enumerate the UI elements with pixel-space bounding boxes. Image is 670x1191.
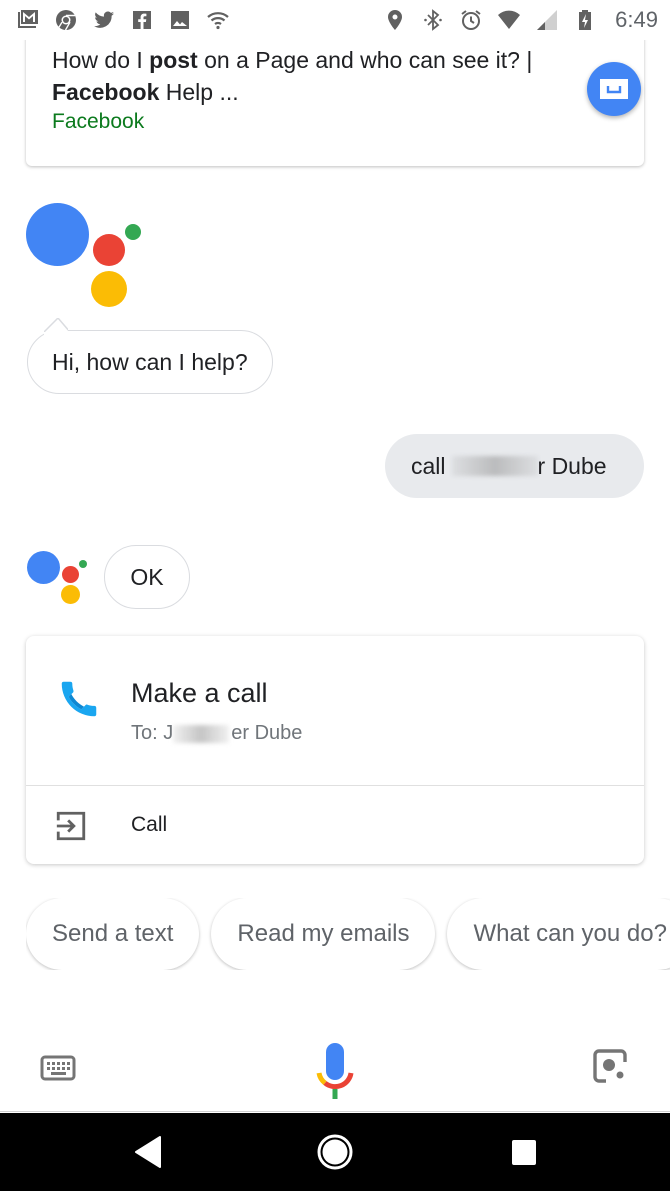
recipient-text: er Dube (231, 722, 303, 744)
result-source: Facebook (52, 110, 145, 133)
back-icon[interactable] (134, 1135, 164, 1169)
redacted-name (173, 724, 230, 743)
location-icon (383, 8, 407, 32)
gmail-icon (16, 8, 40, 32)
query-text: r Dube (537, 452, 607, 479)
user-query-bubble: call r Dube (385, 434, 644, 498)
assistant-logo (26, 203, 146, 313)
input-bar (0, 1030, 670, 1112)
call-action-label: Call (131, 813, 168, 836)
title-text: on a Page and who can see it? | (197, 47, 533, 73)
alarm-icon (459, 8, 483, 32)
system-icons: 6:49 (383, 7, 658, 33)
call-action-button[interactable]: Call (26, 786, 644, 863)
notification-icons (16, 8, 230, 32)
chip-read-my-emails[interactable]: Read my emails (211, 898, 436, 970)
title-highlight: post (149, 47, 198, 73)
twitter-icon (92, 8, 116, 32)
suggestion-chips: Send a text Read my emails What can you … (26, 898, 670, 970)
recipient-text: To: J (131, 722, 174, 744)
bubble-tail (44, 318, 68, 342)
battery-charging-icon (573, 8, 597, 32)
title-text: Help ... (159, 79, 239, 105)
bluetooth-icon (421, 8, 445, 32)
logo-dot-blue (27, 551, 60, 584)
logo-dot-red (62, 566, 79, 583)
make-call-card: Make a call To: J er Dube Call (26, 636, 644, 864)
logo-dot-yellow (91, 271, 127, 307)
tray-icon (600, 79, 628, 99)
logo-dot-green (125, 224, 141, 240)
logo-dot-red (93, 234, 125, 266)
call-recipient: To: J er Dube (131, 722, 302, 745)
recents-icon[interactable] (512, 1140, 536, 1165)
open-in-app-icon (56, 811, 86, 841)
title-highlight: Facebook (52, 79, 160, 105)
wifi-signal-icon (497, 8, 521, 32)
home-icon[interactable] (316, 1133, 354, 1171)
call-title: Make a call (131, 678, 268, 708)
assistant-reply-bubble: OK (104, 545, 190, 609)
logo-dot-green (79, 560, 87, 568)
redacted-name (451, 456, 538, 476)
assistant-logo-small (27, 548, 91, 608)
mic-icon[interactable] (315, 1040, 355, 1102)
result-title[interactable]: How do I post on a Page and who can see … (52, 44, 592, 108)
cell-signal-icon (535, 8, 559, 32)
call-details[interactable]: Make a call To: J er Dube (26, 636, 644, 786)
snapshot-button[interactable] (587, 62, 641, 116)
status-bar: 6:49 (0, 0, 670, 40)
lens-icon[interactable] (592, 1048, 628, 1084)
search-result-card[interactable]: How do I post on a Page and who can see … (26, 30, 644, 166)
phone-icon (61, 681, 97, 717)
navigation-bar (0, 1113, 670, 1191)
chip-what-can-you-do[interactable]: What can you do? (447, 898, 670, 970)
clock: 6:49 (615, 7, 658, 32)
query-text: call (411, 452, 446, 479)
chip-send-a-text[interactable]: Send a text (26, 898, 200, 970)
facebook-icon (130, 8, 154, 32)
keyboard-icon[interactable] (40, 1054, 76, 1084)
title-text: How do I (52, 47, 150, 73)
logo-dot-blue (26, 203, 89, 266)
wifi-icon (206, 8, 230, 32)
photos-icon (168, 8, 192, 32)
logo-dot-yellow (61, 585, 80, 604)
chrome-icon (54, 8, 78, 32)
